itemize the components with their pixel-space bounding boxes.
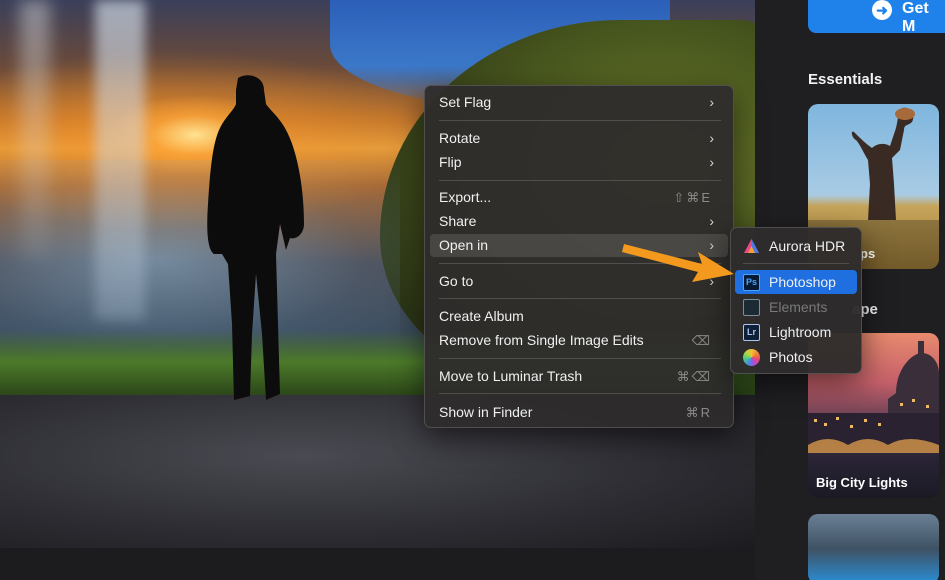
photoshop-icon: Ps	[743, 274, 760, 291]
section-title-essentials: Essentials	[808, 71, 883, 88]
menu-separator	[439, 358, 721, 359]
submenu-item-photos[interactable]: Photos	[735, 345, 857, 369]
look-card-caption: ps	[860, 246, 876, 261]
annotation-arrow-icon	[622, 244, 734, 282]
menu-separator	[439, 393, 721, 394]
menu-separator	[439, 180, 721, 181]
open-in-submenu: Aurora HDR Ps Photoshop Elements Lr Ligh…	[730, 227, 862, 374]
lightroom-icon: Lr	[743, 324, 760, 341]
chevron-right-icon: ›	[709, 94, 714, 110]
menu-item-set-flag[interactable]: Set Flag ›	[430, 91, 728, 114]
menu-item-export[interactable]: Export... ⇧⌘E	[430, 186, 728, 209]
submenu-item-elements: Elements	[735, 295, 857, 319]
menu-item-share[interactable]: Share ›	[430, 210, 728, 233]
elements-icon	[743, 299, 760, 316]
chevron-right-icon: ›	[709, 130, 714, 146]
menu-separator	[439, 120, 721, 121]
submenu-item-aurora-hdr[interactable]: Aurora HDR	[735, 234, 857, 258]
shortcut-label: ⌫	[691, 333, 712, 348]
photo-waterfall	[95, 0, 145, 320]
submenu-item-lightroom[interactable]: Lr Lightroom	[735, 320, 857, 344]
chevron-right-icon: ›	[709, 213, 714, 229]
menu-separator	[439, 298, 721, 299]
shortcut-label: ⌘R	[685, 405, 712, 420]
get-more-button[interactable]: ➜ Get M	[808, 0, 945, 35]
look-card-caption: Big City Lights	[816, 475, 908, 490]
menu-item-move-to-luminar-trash[interactable]: Move to Luminar Trash ⌘⌫	[430, 365, 728, 388]
get-more-label: Get M	[902, 0, 929, 35]
menu-item-create-album[interactable]: Create Album	[430, 305, 728, 328]
menu-item-flip[interactable]: Flip ›	[430, 151, 728, 174]
photo-waterfall	[20, 0, 50, 260]
woman-silhouette-image	[851, 107, 915, 220]
arrow-right-circle-icon: ➜	[872, 0, 892, 20]
menu-item-rotate[interactable]: Rotate ›	[430, 127, 728, 150]
menu-separator	[743, 263, 849, 264]
shortcut-label: ⌘⌫	[676, 369, 712, 384]
menu-item-show-in-finder[interactable]: Show in Finder ⌘R	[430, 401, 728, 424]
person-silhouette	[207, 75, 304, 401]
photos-icon	[743, 349, 760, 366]
chevron-right-icon: ›	[709, 154, 714, 170]
shortcut-label: ⇧⌘E	[673, 190, 712, 205]
aurora-hdr-icon	[744, 239, 759, 253]
menu-item-remove-from-single-image-edits[interactable]: Remove from Single Image Edits ⌫	[430, 329, 728, 352]
submenu-item-photoshop[interactable]: Ps Photoshop	[735, 270, 857, 294]
look-card-dramatic-sky[interactable]	[808, 514, 939, 580]
